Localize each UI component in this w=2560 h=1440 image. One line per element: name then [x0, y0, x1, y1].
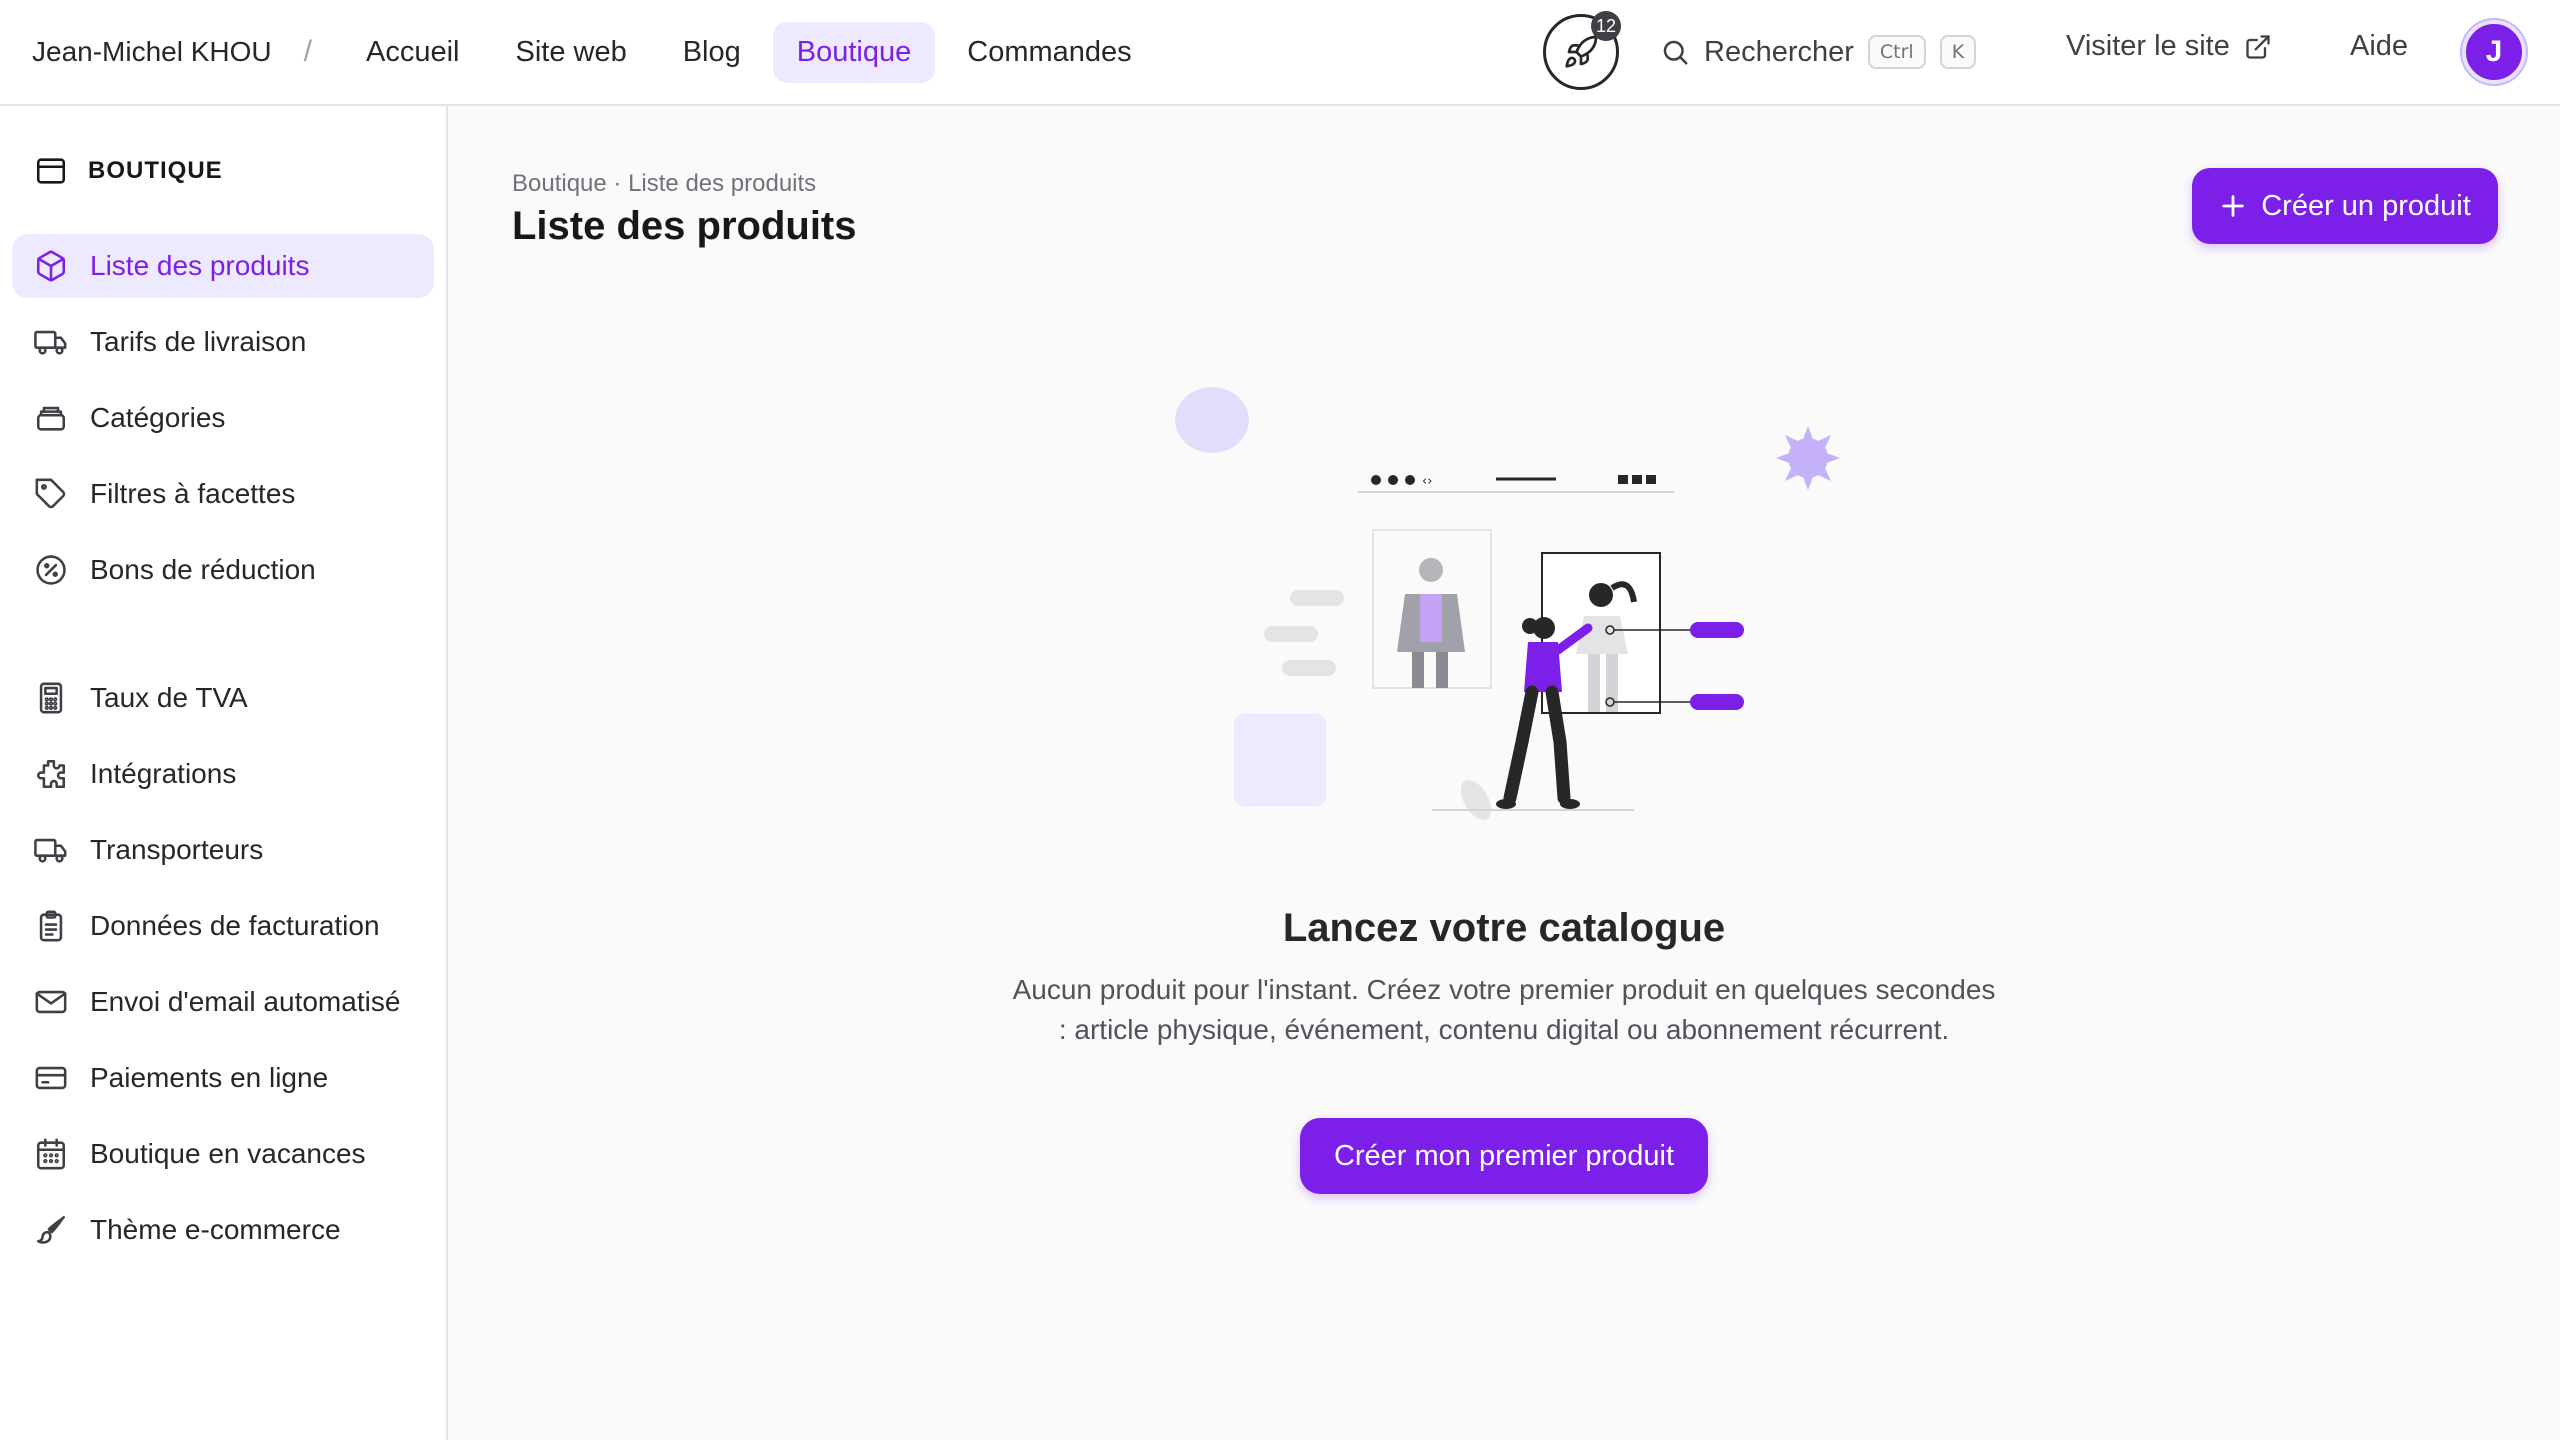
visit-site-label: Visiter le site: [2066, 30, 2230, 62]
sidebar-item-label: Paiements en ligne: [90, 1062, 329, 1093]
sidebar-item-label: Intégrations: [90, 758, 237, 789]
sidebar-item-paiements-en-ligne[interactable]: Paiements en ligne: [12, 1046, 434, 1110]
nav-commandes[interactable]: Commandes: [943, 22, 1155, 83]
truck-icon: [34, 838, 67, 863]
breadcrumb: Boutique · Liste des produits: [512, 170, 817, 197]
sidebar-item-theme-ecommerce[interactable]: Thème e-commerce: [12, 1198, 434, 1262]
sidebar-item-label: Thème e-commerce: [90, 1214, 341, 1245]
main-nav: Accueil Site web Blog Boutique Commandes: [342, 21, 1156, 83]
box-icon: [36, 250, 66, 282]
sidebar-item-label: Données de facturation: [90, 910, 380, 941]
external-link-icon: [2246, 34, 2270, 59]
account-name[interactable]: Jean-Michel KHOU: [32, 36, 272, 68]
visit-site-link[interactable]: Visiter le site: [2066, 30, 2272, 63]
sidebar-item-label: Catégories: [90, 402, 226, 433]
search-icon: [1663, 40, 1688, 65]
sidebar-item-integrations[interactable]: Intégrations: [12, 742, 434, 806]
sidebar-item-label: Envoi d'email automatisé: [90, 986, 401, 1017]
search-trigger[interactable]: Rechercher Ctrl K: [1660, 26, 1977, 78]
shortcut-key-ctrl: Ctrl: [1867, 35, 1926, 69]
sidebar-item-transporteurs[interactable]: Transporteurs: [12, 818, 434, 882]
brush-icon: [36, 1215, 66, 1244]
sidebar-item-tarifs-livraison[interactable]: Tarifs de livraison: [12, 310, 434, 374]
sidebar-item-bons-reduction[interactable]: Bons de réduction: [12, 538, 434, 602]
storefront-icon: [36, 158, 66, 184]
puzzle-icon: [37, 759, 66, 789]
sidebar-item-label: Liste des produits: [90, 250, 310, 281]
help-link[interactable]: Aide: [2350, 30, 2408, 63]
svg-text:‹›: ‹›: [1422, 474, 1432, 489]
nav-site-web[interactable]: Site web: [491, 22, 650, 83]
calculator-icon: [39, 682, 63, 714]
sidebar-item-label: Filtres à facettes: [90, 478, 296, 509]
truck-icon: [34, 330, 67, 355]
sidebar-item-taux-tva[interactable]: Taux de TVA: [12, 666, 434, 730]
sidebar-item-label: Tarifs de livraison: [90, 326, 307, 357]
page-title: Liste des produits: [512, 204, 857, 248]
sidebar-header: BOUTIQUE: [34, 154, 223, 188]
clipboard-icon: [39, 910, 63, 942]
search-label: Rechercher: [1704, 35, 1854, 68]
sidebar-section-title: BOUTIQUE: [88, 157, 223, 184]
notification-badge: 12: [1591, 11, 1621, 41]
sidebar: BOUTIQUE Liste des produits Tarifs de li…: [0, 106, 448, 1440]
rocket-icon: [1565, 35, 1598, 68]
sidebar-item-filtres-facettes[interactable]: Filtres à facettes: [12, 462, 434, 526]
credit-card-icon: [35, 1066, 67, 1090]
sidebar-item-envoi-email[interactable]: Envoi d'email automatisé: [12, 970, 434, 1034]
create-product-label: Créer un produit: [2261, 189, 2471, 222]
shortcut-key-k: K: [1939, 35, 1977, 69]
sidebar-item-categories[interactable]: Catégories: [12, 386, 434, 450]
breadcrumb-separator: /: [303, 35, 312, 68]
empty-state-description: Aucun produit pour l'instant. Créez votr…: [1012, 974, 1996, 1045]
calendar-icon: [36, 1138, 66, 1170]
sidebar-item-boutique-vacances[interactable]: Boutique en vacances: [12, 1122, 434, 1186]
sidebar-item-label: Boutique en vacances: [90, 1138, 366, 1169]
plus-icon: [2222, 195, 2244, 217]
nav-boutique[interactable]: Boutique: [772, 21, 936, 83]
create-product-button[interactable]: Créer un produit: [2192, 168, 2498, 244]
mail-icon: [35, 990, 67, 1014]
avatar[interactable]: J: [2462, 20, 2526, 84]
nav-accueil[interactable]: Accueil: [342, 22, 484, 83]
sidebar-item-label: Taux de TVA: [90, 682, 248, 713]
layers-icon: [36, 406, 66, 431]
sidebar-item-donnees-facturation[interactable]: Données de facturation: [12, 894, 434, 958]
sidebar-item-label: Transporteurs: [90, 834, 264, 865]
discount-icon: [36, 555, 66, 585]
empty-state-title: Lancez votre catalogue: [1282, 906, 1726, 950]
tag-icon: [35, 478, 66, 509]
empty-state-illustration: ‹›: [1175, 387, 1840, 820]
sidebar-item-liste-produits[interactable]: Liste des produits: [12, 234, 434, 298]
create-first-product-button[interactable]: Créer mon premier produit: [1300, 1118, 1708, 1194]
sidebar-item-label: Bons de réduction: [90, 554, 316, 585]
nav-blog[interactable]: Blog: [659, 22, 765, 83]
